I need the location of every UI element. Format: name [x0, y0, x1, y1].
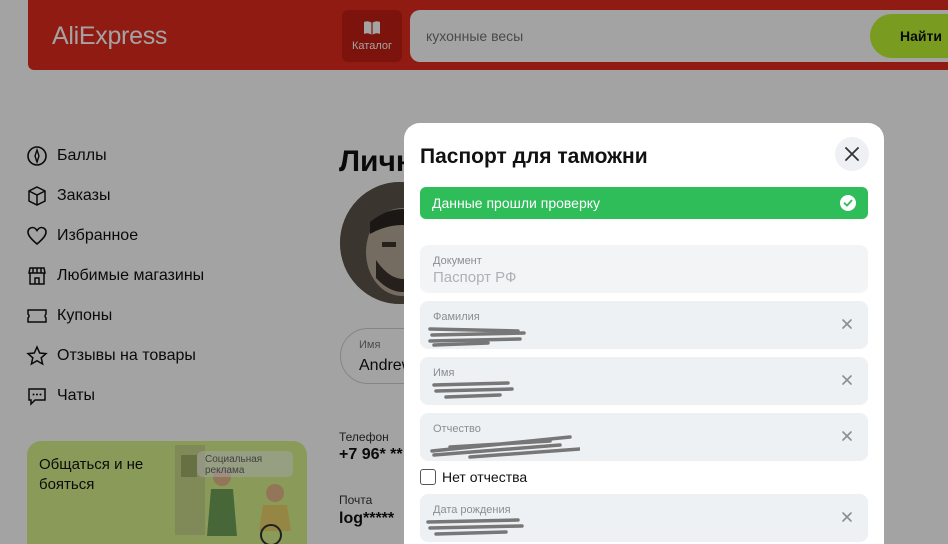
check-circle-icon [840, 195, 856, 211]
redaction-scribble [430, 435, 580, 459]
no-patronymic-checkbox[interactable]: Нет отчества [420, 469, 527, 485]
redaction-scribble [432, 381, 514, 399]
surname-field[interactable]: Фамилия [420, 301, 868, 349]
checkbox-box[interactable] [420, 469, 436, 485]
close-button[interactable] [835, 137, 869, 171]
customs-passport-modal: Паспорт для таможни Данные прошли провер… [404, 123, 884, 544]
no-patronymic-label: Нет отчества [442, 469, 528, 485]
document-label: Документ [433, 255, 482, 267]
redaction-scribble [426, 518, 524, 536]
clear-icon[interactable] [840, 317, 854, 331]
verified-text: Данные прошли проверку [432, 195, 601, 211]
modal-title: Паспорт для таможни [420, 145, 648, 168]
patronymic-field[interactable]: Отчество [420, 413, 868, 461]
redaction-scribble [428, 327, 526, 347]
clear-icon[interactable] [840, 510, 854, 524]
clear-icon[interactable] [840, 373, 854, 387]
first-name-field[interactable]: Имя [420, 357, 868, 405]
birthdate-field[interactable]: Дата рождения [420, 494, 868, 542]
close-icon [845, 147, 859, 161]
first-name-label: Имя [433, 367, 455, 379]
document-field: Документ Паспорт РФ [420, 245, 868, 293]
document-value: Паспорт РФ [433, 269, 517, 286]
verification-status-banner: Данные прошли проверку [420, 187, 868, 219]
clear-icon[interactable] [840, 429, 854, 443]
